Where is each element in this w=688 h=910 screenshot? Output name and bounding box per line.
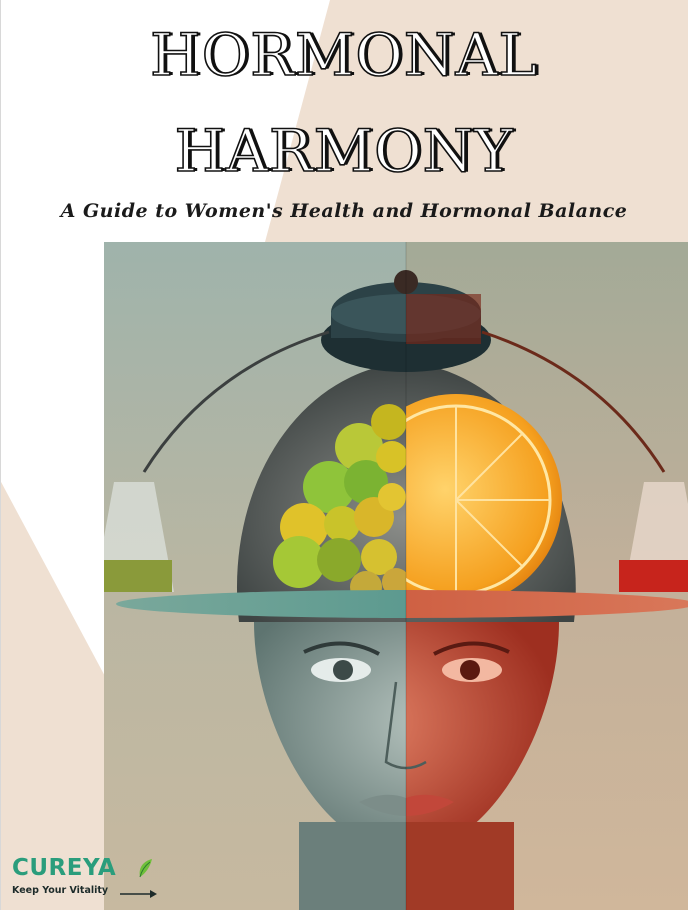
title-line-1: HORMONAL — [149, 21, 538, 89]
book-cover: HORMONAL HARMONY A Guide to Women's Heal… — [0, 0, 688, 910]
title-line-2: HARMONY — [174, 117, 514, 185]
brand-logo[interactable]: CUREYA Keep Your Vitality — [12, 855, 162, 905]
brand-name: CUREYA — [12, 855, 117, 881]
arrow-right-icon — [120, 890, 157, 898]
leaf-icon — [139, 859, 152, 878]
subtitle: A Guide to Women's Health and Hormonal B… — [60, 200, 628, 222]
cover-illustration — [104, 242, 688, 910]
brand-tagline: Keep Your Vitality — [12, 885, 109, 896]
